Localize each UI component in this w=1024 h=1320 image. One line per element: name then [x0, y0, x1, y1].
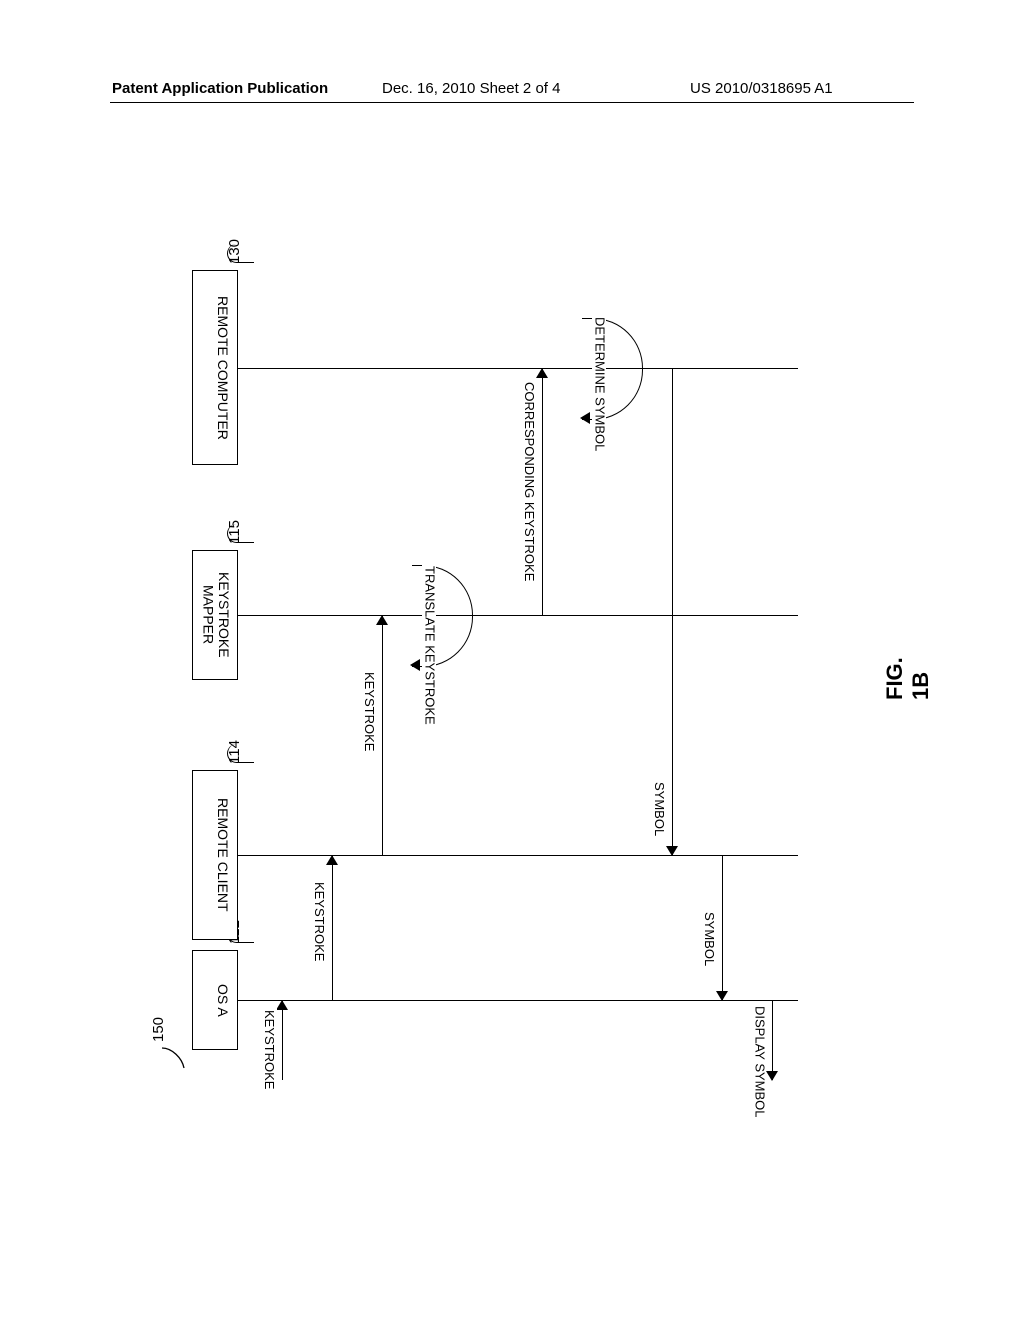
ref-150-lead: [160, 1046, 190, 1070]
figure-label: FIG. 1B: [882, 657, 934, 700]
actor-remote-computer: REMOTE COMPUTER: [192, 270, 238, 465]
page-header: Patent Application Publication Dec. 16, …: [0, 80, 1024, 110]
msg-keystroke-in-arrow: [276, 1000, 288, 1010]
msg-symbol1: SYMBOL: [652, 780, 667, 838]
msg-corresponding: CORRESPONDING KEYSTROKE: [522, 380, 537, 583]
msg-k2-arrow: [376, 615, 388, 625]
actor-os-a: OS A: [192, 950, 238, 1050]
ref-115-lead: [227, 524, 254, 543]
actor-remote-client: REMOTE CLIENT: [192, 770, 238, 940]
msg-symbol2-line: [722, 855, 723, 1000]
lifeline-os-a: [238, 1000, 798, 1001]
msg-keystroke-in: KEYSTROKE: [262, 1008, 277, 1091]
page: Patent Application Publication Dec. 16, …: [0, 0, 1024, 1320]
msg-translate: TRANSLATE KEYSTROKE: [422, 564, 436, 727]
actor-keystroke-mapper: KEYSTROKE MAPPER: [192, 550, 238, 680]
self-translate-arrow: [410, 659, 420, 671]
msg-corr-line: [542, 368, 543, 615]
header-rule: [110, 102, 914, 103]
msg-k1-line: [332, 855, 333, 1000]
msg-k2: KEYSTROKE: [362, 670, 377, 753]
msg-k1-arrow: [326, 855, 338, 865]
msg-determine: DETERMINE SYMBOL: [592, 315, 606, 453]
msg-symbol1-line: [672, 368, 673, 855]
msg-display-line: [772, 1000, 773, 1080]
diagram-canvas: 150 OS A 112 REMOTE CLIENT 114 KEYSTROKE…: [112, 170, 912, 1190]
header-middle: Dec. 16, 2010 Sheet 2 of 4: [382, 80, 560, 97]
msg-keystroke-in-line: [282, 1000, 283, 1080]
msg-k1: KEYSTROKE: [312, 880, 327, 963]
self-determine-arrow: [580, 412, 590, 424]
header-left: Patent Application Publication: [112, 80, 328, 97]
header-right: US 2010/0318695 A1: [690, 80, 833, 97]
msg-display: DISPLAY SYMBOL: [752, 1004, 766, 1120]
ref-114-lead: [227, 744, 254, 763]
msg-k2-line: [382, 615, 383, 855]
ref-130-lead: [227, 244, 254, 263]
lifeline-keystroke-mapper: [238, 615, 798, 616]
ref-150: 150: [150, 1017, 167, 1042]
msg-symbol1-arrow: [666, 846, 678, 856]
msg-symbol2-arrow: [716, 991, 728, 1001]
lifeline-remote-computer: [238, 368, 798, 369]
msg-display-arrow: [766, 1071, 778, 1081]
msg-corr-arrow: [536, 368, 548, 378]
lifeline-remote-client: [238, 855, 798, 856]
msg-symbol2: SYMBOL: [702, 910, 717, 968]
